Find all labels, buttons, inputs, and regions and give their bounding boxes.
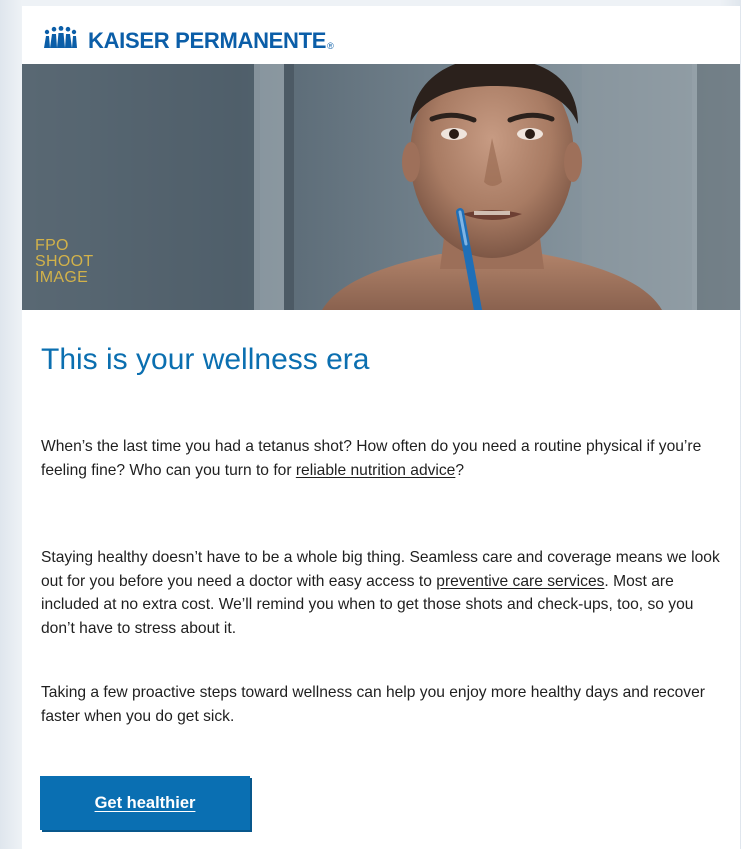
fpo-line-2: SHOOT xyxy=(35,253,94,270)
preventive-care-link[interactable]: preventive care services xyxy=(436,573,604,590)
brand-name: KAISER PERMANENTE xyxy=(88,28,327,53)
nutrition-advice-link[interactable]: reliable nutrition advice xyxy=(296,462,456,479)
fpo-placeholder-label: FPO SHOOT IMAGE xyxy=(35,238,93,286)
brand-logo-text: KAISER PERMANENTE® xyxy=(88,28,334,58)
fpo-line-3: IMAGE xyxy=(35,269,89,286)
hero-image: FPO SHOOT IMAGE xyxy=(22,64,740,310)
paragraph-1-end: ? xyxy=(455,461,465,479)
kaiser-people-icon xyxy=(44,26,77,48)
email-viewport: KAISER PERMANENTE® FPO SHOOT IMAGE This … xyxy=(0,0,741,849)
paragraph-3: Taking a few proactive steps toward well… xyxy=(41,684,705,725)
email-card: KAISER PERMANENTE® FPO SHOOT IMAGE This … xyxy=(22,6,740,849)
headline: This is your wellness era xyxy=(41,343,370,376)
registered-mark: ® xyxy=(327,41,334,51)
fpo-line-1: FPO xyxy=(35,237,69,254)
paragraph-1: When’s the last time you had a tetanus s… xyxy=(41,435,731,482)
paragraph-2: Staying healthy doesn’t have to be a who… xyxy=(41,546,731,640)
email-header: KAISER PERMANENTE® xyxy=(22,6,740,64)
man-with-toothbrush-image xyxy=(22,64,740,310)
get-healthier-button[interactable]: Get healthier xyxy=(40,776,250,830)
